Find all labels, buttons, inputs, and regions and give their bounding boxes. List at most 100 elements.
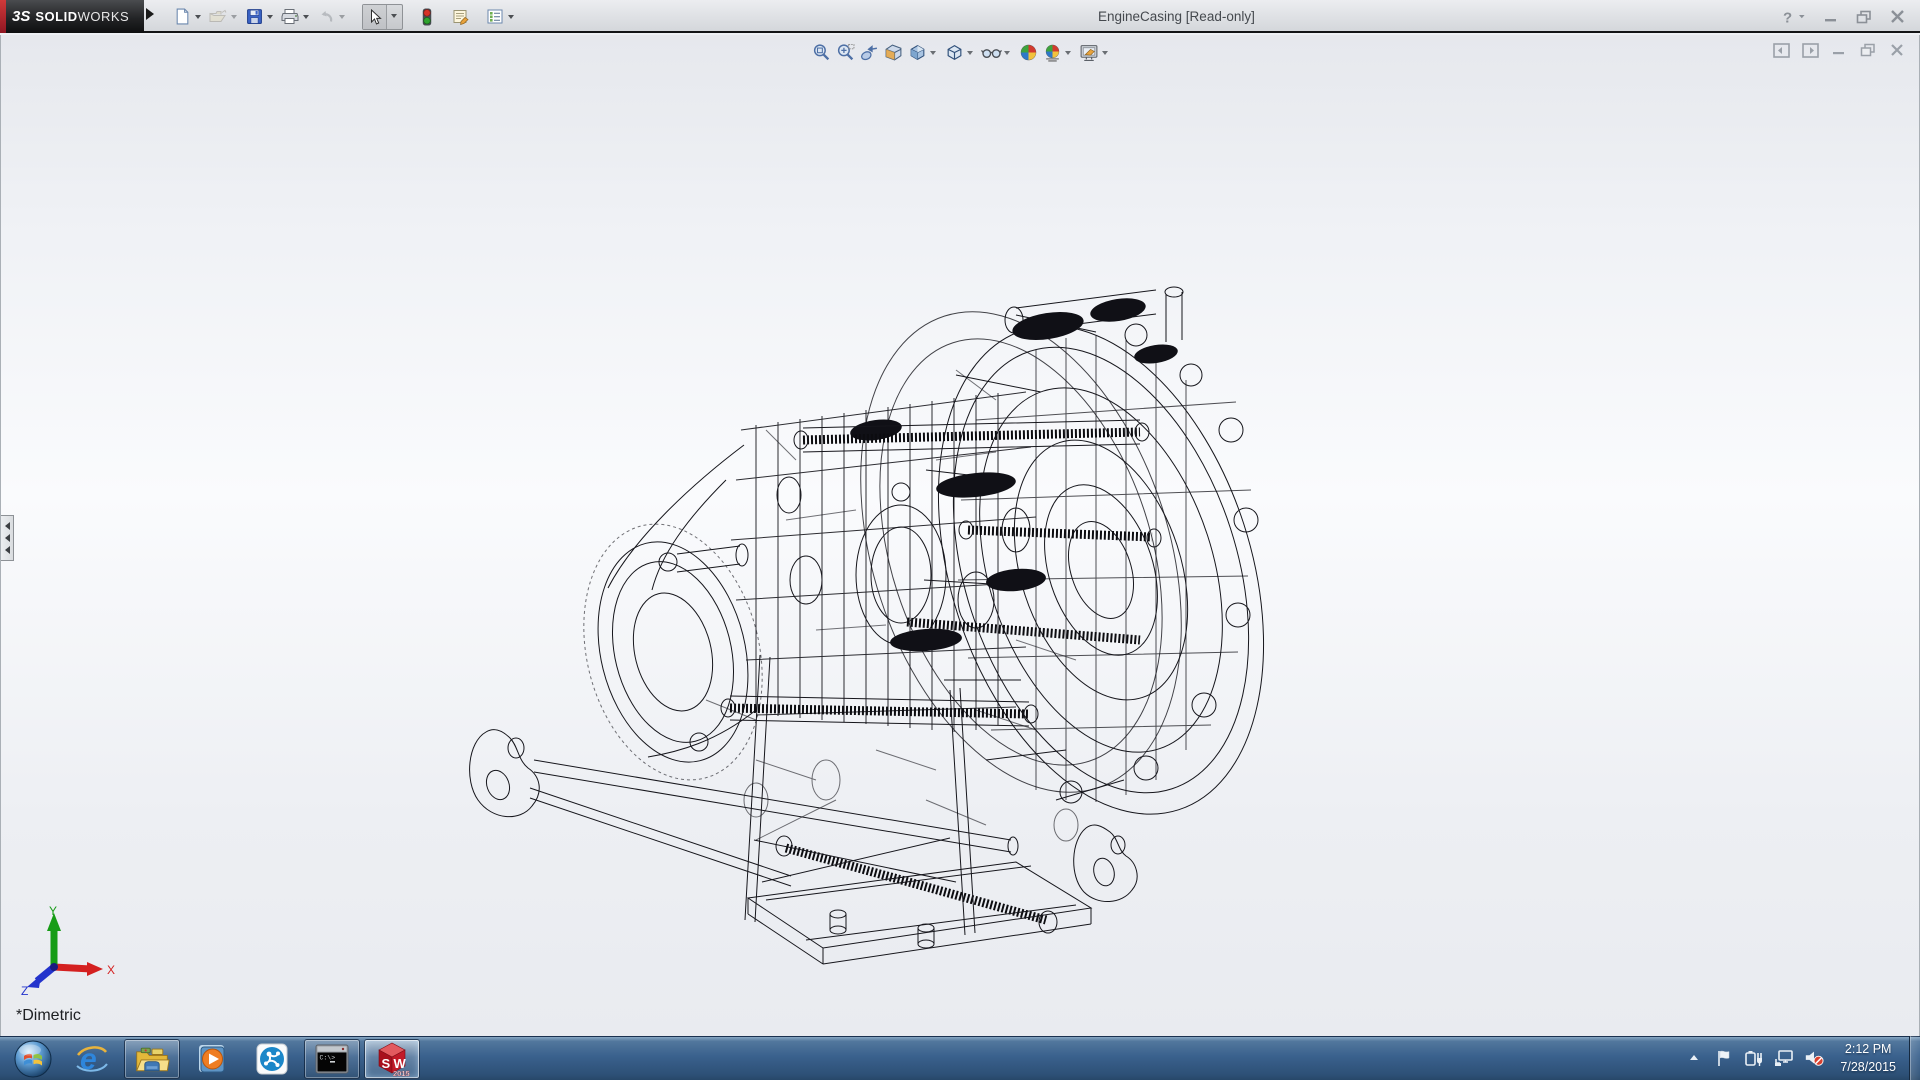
network-status-button[interactable]: [1774, 1048, 1794, 1068]
system-tray: 2:12 PM 7/28/2015: [1684, 1036, 1902, 1080]
titlebar-controls: ?: [1777, 0, 1910, 33]
action-center-button[interactable]: [1714, 1048, 1734, 1068]
taskbar: e: [0, 1036, 1920, 1080]
dassault-3s-icon: 3S: [12, 8, 30, 25]
select-tool-group: [362, 4, 403, 30]
heads-up-view-toolbar: [809, 39, 1114, 65]
save-button[interactable]: [242, 5, 266, 29]
solidworks-logo[interactable]: 3S SOLID WORKS: [0, 0, 144, 33]
solidworks-window: 3S SOLID WORKS: [0, 0, 1920, 1080]
zoom-to-area-button[interactable]: [833, 40, 857, 64]
close-document-button[interactable]: [1887, 41, 1907, 59]
display-style-dropdown[interactable]: [967, 51, 973, 58]
options-button[interactable]: [483, 5, 507, 29]
help-button[interactable]: ?: [1777, 6, 1811, 28]
minimize-icon: [1824, 11, 1838, 23]
minimize-document-button[interactable]: [1829, 41, 1849, 59]
taskbar-internet-explorer[interactable]: e: [64, 1039, 120, 1079]
close-icon: [1890, 10, 1905, 23]
taskbar-clock[interactable]: 2:12 PM 7/28/2015: [1834, 1040, 1902, 1076]
printer-icon: [281, 8, 299, 25]
volume-button[interactable]: [1804, 1048, 1824, 1068]
show-desktop-button[interactable]: [1909, 1036, 1920, 1080]
zoom-to-fit-icon: [812, 43, 831, 62]
open-folder-icon: [209, 8, 227, 25]
new-document-button[interactable]: [170, 5, 194, 29]
restore-document-icon: [1860, 43, 1876, 57]
network-icon: [1774, 1049, 1794, 1067]
select-tool-dropdown[interactable]: [391, 14, 397, 21]
undo-arrow-icon: [317, 8, 335, 25]
display-pane-toggle-icon: [1802, 43, 1819, 58]
rebuild-button[interactable]: [415, 5, 439, 29]
clock-date: 7/28/2015: [1840, 1058, 1896, 1076]
print-dropdown[interactable]: [303, 15, 309, 22]
apply-scene-dropdown[interactable]: [1065, 51, 1071, 58]
solidworks-2015-icon: S W 2015: [373, 1041, 411, 1077]
view-orientation-icon: [908, 43, 927, 62]
document-window-controls: [1771, 41, 1907, 59]
undo-button[interactable]: [314, 5, 338, 29]
new-document-dropdown[interactable]: [195, 15, 201, 22]
save-floppy-icon: [246, 8, 263, 25]
taskbar-windows-explorer[interactable]: [124, 1039, 180, 1079]
graphics-area[interactable]: Y X Z *Dimetric: [0, 35, 1920, 1036]
edit-appearance-button[interactable]: [1016, 40, 1040, 64]
section-view-button[interactable]: [881, 40, 905, 64]
save-dropdown[interactable]: [267, 15, 273, 22]
feature-manager-collapsed-tab[interactable]: [1, 515, 14, 561]
file-properties-button[interactable]: [449, 5, 473, 29]
view-orientation-button[interactable]: [905, 40, 929, 64]
previous-view-icon: [860, 43, 879, 62]
minimize-document-icon: [1832, 44, 1846, 56]
svg-text:?: ?: [1783, 9, 1792, 26]
help-icon: ?: [1779, 8, 1809, 26]
start-button[interactable]: [12, 1038, 54, 1080]
zoom-to-fit-button[interactable]: [809, 40, 833, 64]
action-center-flag-icon: [1715, 1049, 1733, 1067]
print-button[interactable]: [278, 5, 302, 29]
select-cursor-icon: [367, 9, 382, 25]
show-hidden-icons-button[interactable]: [1684, 1048, 1704, 1068]
collapse-arrow-icon: [1, 546, 10, 554]
close-window-button[interactable]: [1884, 6, 1910, 28]
menu-expand-arrow-icon[interactable]: [146, 8, 160, 20]
previous-view-button[interactable]: [857, 40, 881, 64]
view-settings-button[interactable]: [1077, 40, 1101, 64]
media-player-icon: [195, 1042, 229, 1076]
view-orientation-label: *Dimetric: [16, 1007, 81, 1025]
triad-x-label: X: [107, 963, 115, 977]
display-style-button[interactable]: [942, 40, 966, 64]
reference-triad[interactable]: Y X Z: [19, 905, 119, 995]
windows-explorer-folder-icon: [134, 1044, 170, 1074]
options-dropdown[interactable]: [508, 15, 514, 22]
power-status-button[interactable]: [1744, 1048, 1764, 1068]
power-plug-icon: [1744, 1049, 1764, 1067]
restore-document-button[interactable]: [1858, 41, 1878, 59]
view-orientation-dropdown[interactable]: [930, 51, 936, 58]
engine-casing-wireframe-model[interactable]: [456, 280, 1286, 1000]
minimize-window-button[interactable]: [1818, 6, 1844, 28]
open-document-dropdown[interactable]: [231, 15, 237, 22]
hide-show-items-button[interactable]: [979, 40, 1003, 64]
hide-show-items-dropdown[interactable]: [1004, 51, 1010, 58]
view-settings-icon: [1079, 43, 1099, 62]
restore-window-button[interactable]: [1851, 6, 1877, 28]
view-settings-dropdown[interactable]: [1102, 51, 1108, 58]
undo-dropdown[interactable]: [339, 15, 345, 22]
apply-scene-button[interactable]: [1040, 40, 1064, 64]
feature-pane-toggle-button[interactable]: [1771, 41, 1791, 59]
open-document-button[interactable]: [206, 5, 230, 29]
options-list-icon: [486, 8, 504, 25]
restore-icon: [1856, 10, 1872, 24]
title-bar: 3S SOLID WORKS: [0, 0, 1920, 33]
collapse-arrow-icon: [1, 534, 10, 542]
taskbar-media-player[interactable]: [184, 1039, 240, 1079]
display-pane-toggle-button[interactable]: [1800, 41, 1820, 59]
taskbar-solidworks-2015[interactable]: S W 2015: [364, 1039, 420, 1079]
internet-explorer-icon: e: [75, 1042, 109, 1076]
taskbar-share-app[interactable]: [244, 1039, 300, 1079]
taskbar-command-prompt[interactable]: C:\>: [304, 1039, 360, 1079]
svg-text:C:\>: C:\>: [320, 1054, 336, 1061]
select-tool-button[interactable]: [363, 5, 387, 29]
